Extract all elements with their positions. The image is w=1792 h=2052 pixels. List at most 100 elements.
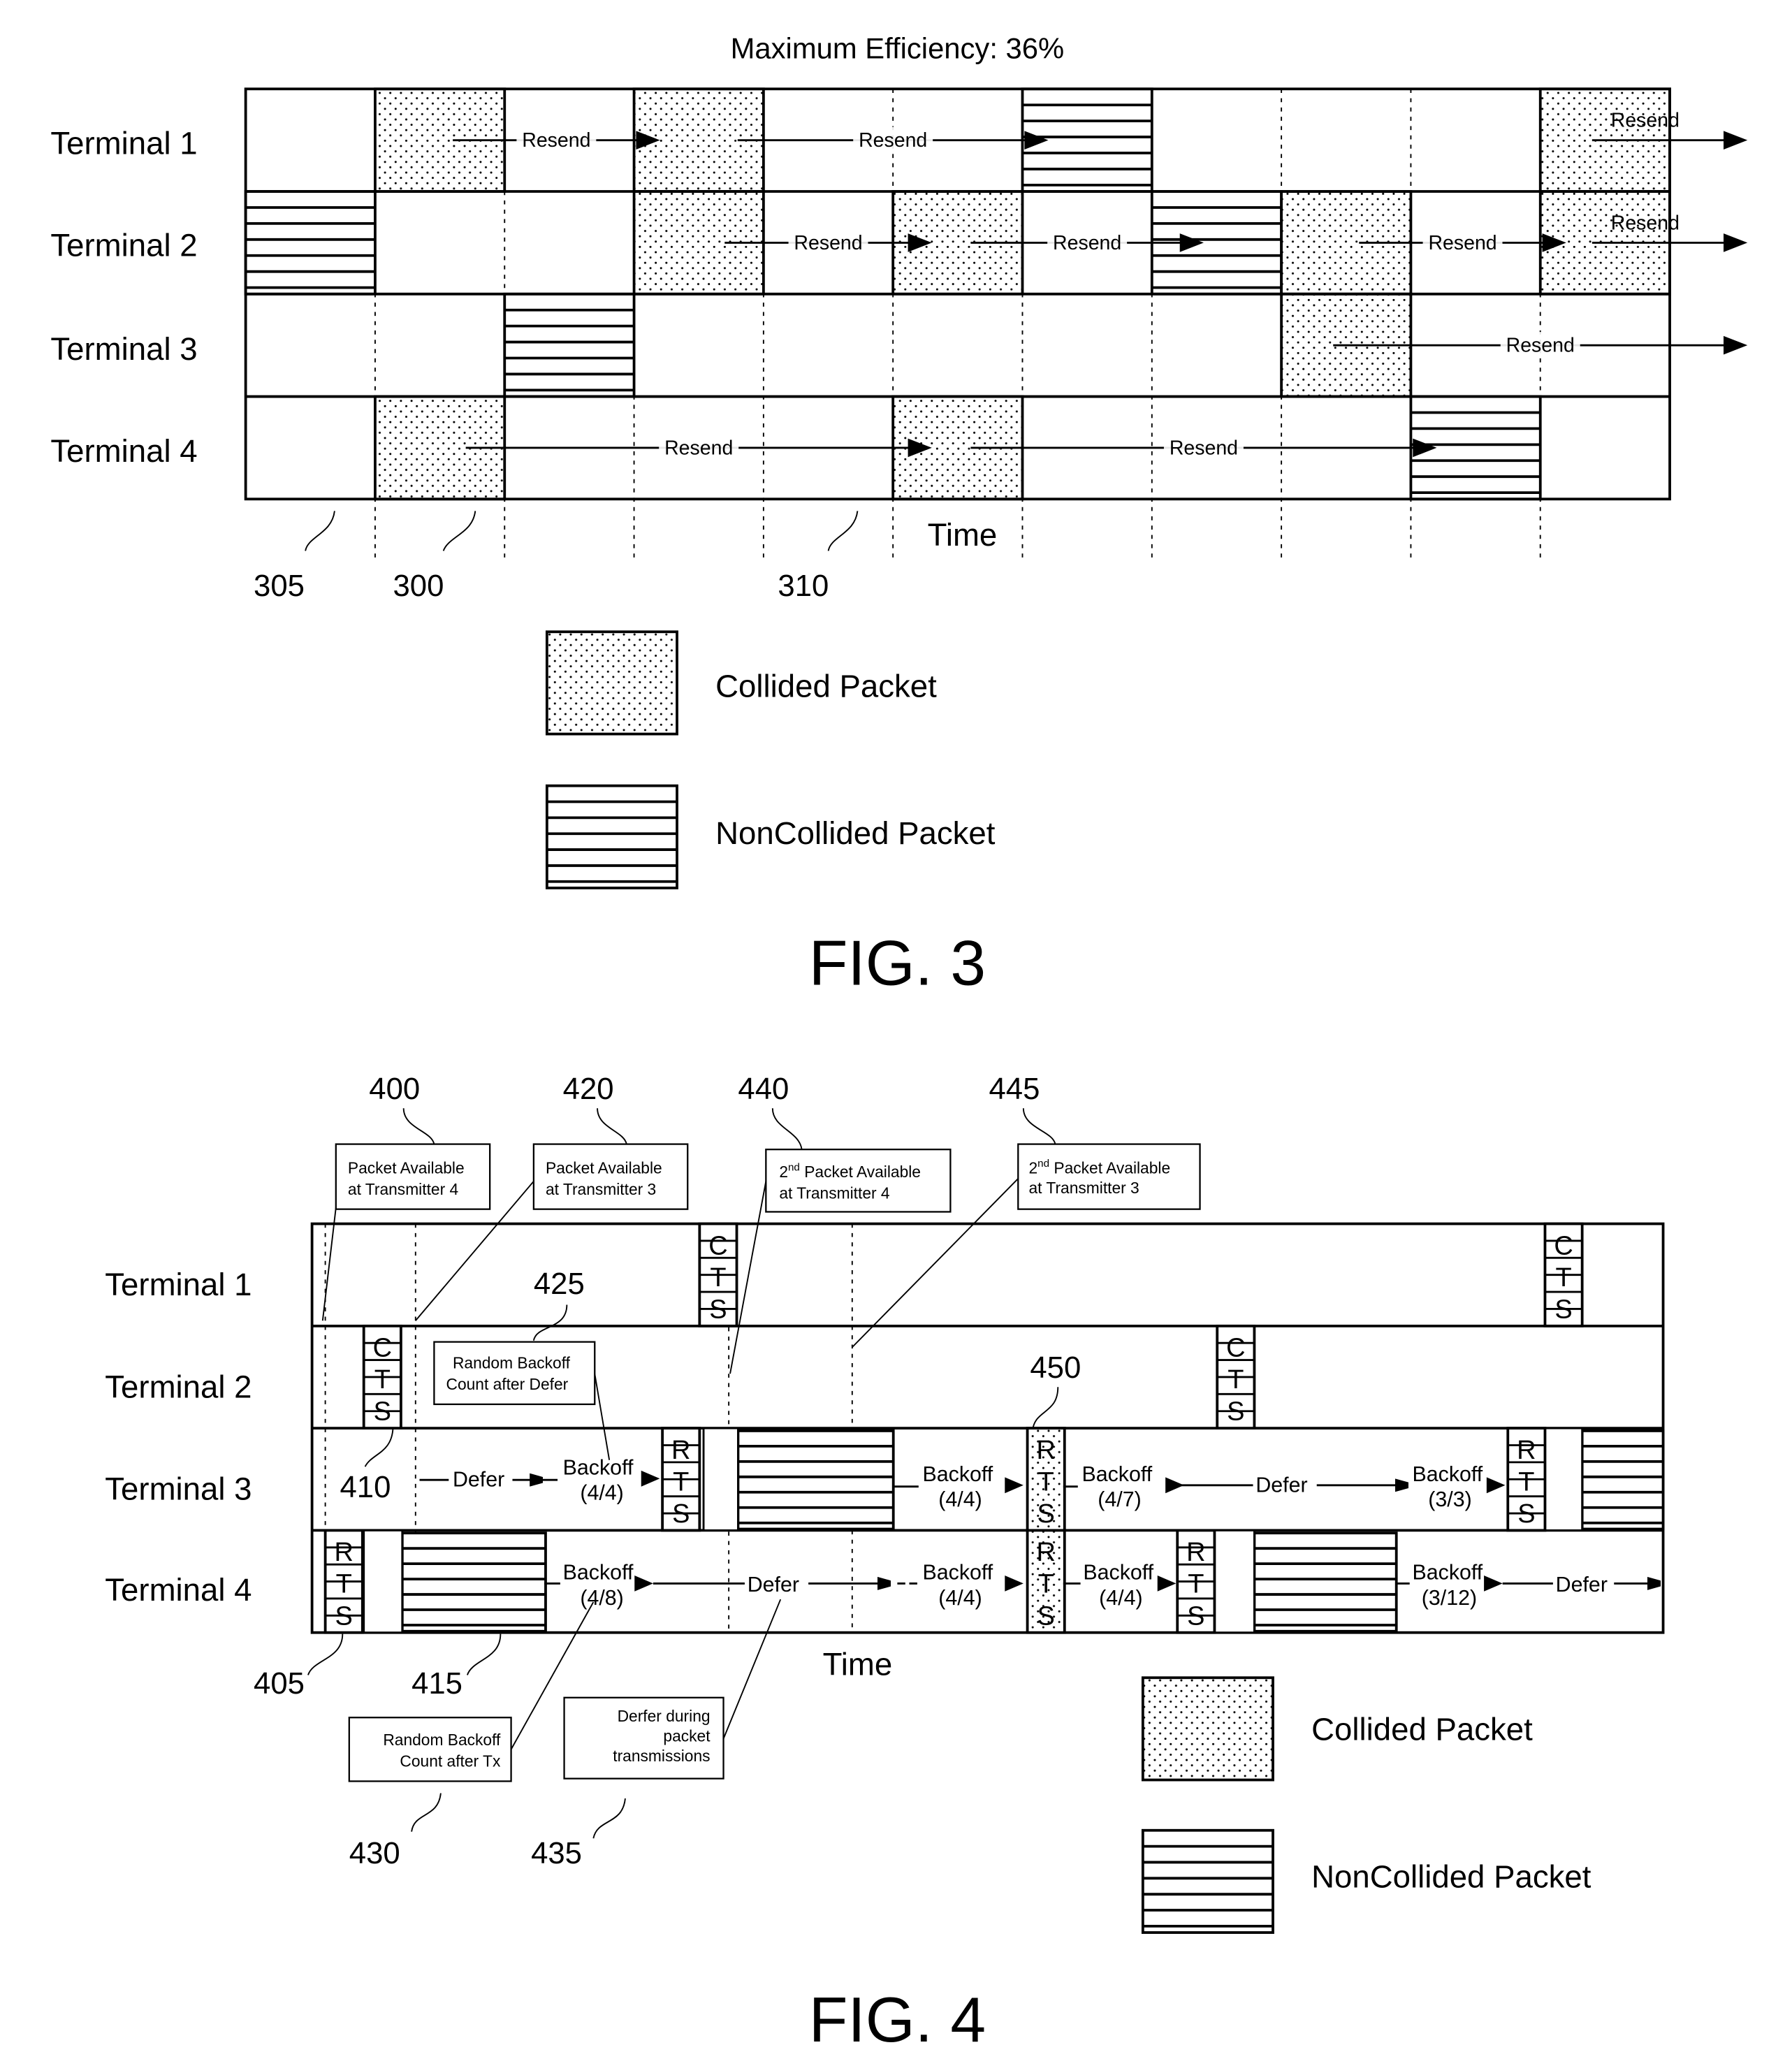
t3-rts-frame: RTS bbox=[1506, 1427, 1547, 1532]
note-435-line3: transmissions bbox=[613, 1747, 710, 1765]
ref-300: 300 bbox=[393, 569, 444, 603]
note-445-line2: at Transmitter 3 bbox=[1028, 1179, 1139, 1197]
fig4-legend-collided-label: Collided Packet bbox=[1311, 1712, 1533, 1747]
note-445-rest: Packet Available bbox=[1049, 1158, 1170, 1177]
note-400-line2: at Transmitter 4 bbox=[348, 1180, 458, 1198]
pointer-425 bbox=[594, 1374, 611, 1460]
cts-letter: S bbox=[1554, 1295, 1572, 1324]
t3-backoff-3-label: Backoff bbox=[1081, 1462, 1152, 1486]
legend-collided-label: Collided Packet bbox=[715, 668, 937, 704]
fig4-time-axis-label: Time bbox=[823, 1646, 893, 1682]
fig4-legend-noncollided-swatch bbox=[1141, 1828, 1274, 1934]
ref-310: 310 bbox=[778, 569, 829, 603]
ref-400-leader bbox=[402, 1108, 435, 1144]
t1-cts-frame: CTS bbox=[1543, 1222, 1584, 1327]
resend-label: Resend bbox=[1611, 110, 1680, 132]
interframe-gap bbox=[702, 1427, 739, 1531]
rts-letter: T bbox=[1038, 1467, 1054, 1497]
fig3-terminal-2-label: Terminal 2 bbox=[50, 228, 197, 263]
ref-410-leader bbox=[364, 1428, 394, 1467]
t3-backoff-2-count: (4/4) bbox=[938, 1487, 982, 1511]
ref-310-leader bbox=[827, 511, 859, 551]
legend-noncollided-swatch bbox=[545, 784, 678, 889]
ref-440: 440 bbox=[738, 1072, 789, 1106]
t4-backoff-2-count: (4/4) bbox=[938, 1586, 982, 1610]
note-440-line2: at Transmitter 4 bbox=[779, 1184, 889, 1202]
note-440-rest: Packet Available bbox=[800, 1163, 921, 1181]
cts-letter: C bbox=[1554, 1231, 1573, 1260]
fig3-reference-numerals: 305 300 310 bbox=[254, 511, 859, 603]
note-440-sup: nd bbox=[788, 1162, 800, 1174]
arrow-head bbox=[1724, 131, 1748, 150]
fig3-caption: FIG. 3 bbox=[809, 928, 986, 999]
note-445-sup: nd bbox=[1037, 1158, 1049, 1170]
fig4-terminal-4-label: Terminal 4 bbox=[105, 1572, 252, 1608]
interframe-gap bbox=[363, 1529, 404, 1634]
legend-collided-swatch bbox=[545, 630, 678, 736]
fig4-legend-noncollided-stripes bbox=[1141, 1828, 1274, 1934]
t4-rts-collided: RTS bbox=[1026, 1529, 1066, 1634]
resend-label: Resend bbox=[1428, 232, 1496, 254]
rts-letter: R bbox=[1036, 1436, 1055, 1465]
cts-letter: S bbox=[709, 1295, 727, 1324]
interframe-gap bbox=[1214, 1529, 1255, 1634]
arrow-head bbox=[1005, 1477, 1024, 1494]
cts-letter: C bbox=[373, 1334, 392, 1363]
fig4-terminal-2-label: Terminal 2 bbox=[105, 1369, 252, 1404]
ref-405: 405 bbox=[254, 1666, 305, 1701]
resend-arrow: Resend bbox=[465, 434, 932, 459]
rts-letter: T bbox=[673, 1467, 689, 1497]
rts-letter: T bbox=[1188, 1570, 1204, 1599]
resend-label: Resend bbox=[664, 437, 733, 459]
rts-letter: R bbox=[671, 1436, 690, 1465]
fig4-terminal-labels: Terminal 1 Terminal 2 Terminal 3 Termina… bbox=[105, 1267, 252, 1608]
rts-letter: S bbox=[335, 1601, 353, 1631]
ref-450: 450 bbox=[1030, 1351, 1081, 1385]
t3-rts-frame: RTS bbox=[661, 1427, 701, 1532]
ref-300-leader bbox=[442, 511, 476, 551]
note-435-line1: Derfer during bbox=[618, 1707, 711, 1725]
ref-410: 410 bbox=[340, 1470, 391, 1504]
fig3-legend: Collided Packet NonCollided Packet bbox=[545, 630, 996, 889]
note-425-line1: Random Backoff bbox=[453, 1354, 571, 1372]
cts-letter: T bbox=[710, 1263, 726, 1293]
fig3-terminal-1-label: Terminal 1 bbox=[50, 125, 197, 161]
ref-440-leader bbox=[771, 1108, 803, 1150]
rts-letter: S bbox=[1037, 1601, 1054, 1631]
t3-defer-label-2: Defer bbox=[1255, 1473, 1307, 1497]
ref-435-leader bbox=[592, 1798, 626, 1839]
t4-backoff-3-count: (4/4) bbox=[1099, 1586, 1142, 1610]
rts-letter: R bbox=[1036, 1538, 1055, 1567]
note-430-line2: Count after Tx bbox=[400, 1752, 501, 1770]
resend-label: Resend bbox=[1053, 232, 1121, 254]
cts-letter: C bbox=[708, 1231, 727, 1260]
note-425-line2: Count after Defer bbox=[446, 1375, 568, 1393]
t3-backoff-1-count: (4/4) bbox=[580, 1481, 623, 1505]
fig4-terminal-3-label: Terminal 3 bbox=[105, 1471, 252, 1507]
arrow-head bbox=[641, 1470, 660, 1487]
patent-figure-sheet: Maximum Efficiency: 36% Terminal 1 Termi… bbox=[50, 32, 1748, 2052]
note-440-line1: 2nd Packet Available bbox=[779, 1162, 921, 1181]
resend-label: Resend bbox=[1506, 335, 1575, 357]
ref-305-leader bbox=[305, 511, 335, 551]
fig4-terminal-4-flow: Backoff (4/8) Defer Backoff (4/4) Backof… bbox=[544, 1561, 1659, 1610]
resend-label: Resend bbox=[1611, 212, 1680, 234]
rts-letter: R bbox=[334, 1538, 353, 1567]
arrow-head bbox=[1486, 1477, 1506, 1494]
note-430-box bbox=[348, 1717, 512, 1782]
ref-430-leader bbox=[411, 1793, 442, 1832]
t4-backoff-1-count: (4/8) bbox=[580, 1586, 623, 1610]
t3-backoff-2-label: Backoff bbox=[922, 1462, 993, 1486]
note-430-line1: Random Backoff bbox=[383, 1731, 501, 1749]
ref-405-leader bbox=[307, 1633, 344, 1675]
rts-letter: S bbox=[1187, 1601, 1204, 1631]
cts-letter: T bbox=[1228, 1365, 1244, 1395]
t4-backoff-4-label: Backoff bbox=[1412, 1561, 1483, 1585]
t4-defer-label-2: Defer bbox=[1556, 1573, 1608, 1596]
cts-letter: S bbox=[1227, 1397, 1244, 1427]
fig4-bottom-annotations: 405 415 Random Backoff Count after Tx 43… bbox=[254, 1599, 782, 1870]
note-445-ordinal: 2 bbox=[1028, 1158, 1037, 1177]
ref-415-leader bbox=[466, 1633, 502, 1675]
note-425: 425 Random Backoff Count after Defer bbox=[433, 1267, 611, 1460]
t3-packet bbox=[1580, 1429, 1665, 1531]
